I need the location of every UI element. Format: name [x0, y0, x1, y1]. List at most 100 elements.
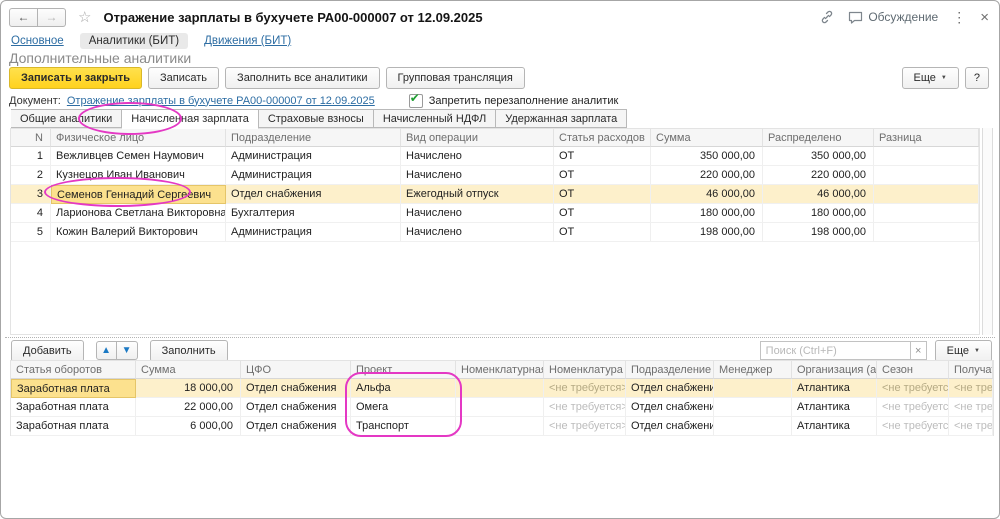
- cell-difference[interactable]: [874, 223, 979, 242]
- cell-receiver[interactable]: <не требуется>: [949, 417, 993, 436]
- col-header-distributed[interactable]: Распределено: [763, 129, 874, 147]
- cell-item[interactable]: Заработная плата: [11, 398, 136, 417]
- col-header-difference[interactable]: Разница: [874, 129, 979, 147]
- fill-button[interactable]: Заполнить: [150, 340, 228, 362]
- cell-distributed[interactable]: 220 000,00: [763, 166, 874, 185]
- cell-season[interactable]: <не требуется>: [877, 398, 949, 417]
- cell-manager[interactable]: [714, 379, 792, 398]
- group-broadcast-button[interactable]: Групповая трансляция: [386, 67, 525, 89]
- table-row[interactable]: 1 Вежливцев Семен Наумович Администрация…: [11, 147, 979, 166]
- cell-department[interactable]: Администрация: [226, 223, 401, 242]
- cell-sum[interactable]: 22 000,00: [136, 398, 241, 417]
- cell-department[interactable]: Отдел снабжения: [626, 398, 714, 417]
- cell-sum[interactable]: 350 000,00: [651, 147, 763, 166]
- cell-nomen-group[interactable]: [456, 379, 544, 398]
- back-button[interactable]: ←: [9, 8, 38, 27]
- cell-n[interactable]: 5: [11, 223, 51, 242]
- cell-expense-item[interactable]: ОТ: [554, 147, 651, 166]
- col-header-project[interactable]: Проект: [351, 361, 456, 379]
- cell-receiver[interactable]: <не требуется>: [949, 398, 993, 417]
- cell-season[interactable]: <не требуется>: [877, 379, 949, 398]
- col-header-n[interactable]: N: [11, 129, 51, 147]
- favorite-star-icon[interactable]: ☆: [78, 8, 91, 26]
- cell-department[interactable]: Отдел снабжения: [626, 417, 714, 436]
- cell-sum[interactable]: 220 000,00: [651, 166, 763, 185]
- cell-nomen-group[interactable]: [456, 398, 544, 417]
- forward-button[interactable]: →: [38, 8, 66, 27]
- cell-n[interactable]: 2: [11, 166, 51, 185]
- cell-nomenclature[interactable]: <не требуется>: [544, 398, 626, 417]
- table-row[interactable]: Заработная плата 22 000,00 Отдел снабжен…: [11, 398, 993, 417]
- col-header-expense-item[interactable]: Статья расходов: [554, 129, 651, 147]
- get-link-icon[interactable]: [820, 10, 834, 24]
- analytics-tab[interactable]: Удержанная зарплата: [496, 109, 627, 128]
- col-header-item[interactable]: Статья оборотов: [11, 361, 136, 379]
- save-button[interactable]: Записать: [148, 67, 219, 89]
- col-header-person[interactable]: Физическое лицо: [51, 129, 226, 147]
- cell-person[interactable]: Ларионова Светлана Викторовна: [51, 204, 226, 223]
- cell-department[interactable]: Отдел снабжения: [626, 379, 714, 398]
- cell-distributed[interactable]: 46 000,00: [763, 185, 874, 204]
- table-row[interactable]: 3 Семенов Геннадий Сергеевич Отдел снабж…: [11, 185, 979, 204]
- col-header-cfo[interactable]: ЦФО: [241, 361, 351, 379]
- analytics-tab[interactable]: Страховые взносы: [259, 109, 374, 128]
- cell-sum[interactable]: 46 000,00: [651, 185, 763, 204]
- cell-department[interactable]: Бухгалтерия: [226, 204, 401, 223]
- cell-person[interactable]: Семенов Геннадий Сергеевич: [51, 185, 226, 204]
- nav-link[interactable]: Аналитики (БИТ): [80, 33, 188, 49]
- cell-n[interactable]: 4: [11, 204, 51, 223]
- document-link[interactable]: Отражение зарплаты в бухучете РА00-00000…: [67, 95, 375, 107]
- cell-distributed[interactable]: 180 000,00: [763, 204, 874, 223]
- cell-difference[interactable]: [874, 166, 979, 185]
- cell-project[interactable]: Омега: [351, 398, 456, 417]
- cell-cfo[interactable]: Отдел снабжения: [241, 379, 351, 398]
- col-header-manager[interactable]: Менеджер: [714, 361, 792, 379]
- cell-person[interactable]: Кожин Валерий Викторович: [51, 223, 226, 242]
- table-row[interactable]: 2 Кузнецов Иван Иванович Администрация Н…: [11, 166, 979, 185]
- section-splitter[interactable]: [5, 337, 995, 338]
- cell-difference[interactable]: [874, 185, 979, 204]
- save-and-close-button[interactable]: Записать и закрыть: [9, 67, 142, 89]
- search-clear-icon[interactable]: ×: [910, 341, 927, 360]
- cell-sum[interactable]: 18 000,00: [136, 379, 241, 398]
- more-button[interactable]: Еще▼: [902, 67, 959, 89]
- cell-difference[interactable]: [874, 204, 979, 223]
- col-header-department[interactable]: Подразделение: [226, 129, 401, 147]
- cell-receiver[interactable]: <не требуется>: [949, 379, 993, 398]
- cell-expense-item[interactable]: ОТ: [554, 185, 651, 204]
- cell-department[interactable]: Администрация: [226, 166, 401, 185]
- fill-all-analytics-button[interactable]: Заполнить все аналитики: [225, 67, 379, 89]
- nav-link[interactable]: Основное: [9, 33, 66, 49]
- cell-operation[interactable]: Ежегодный отпуск: [401, 185, 554, 204]
- col-header-season[interactable]: Сезон: [877, 361, 949, 379]
- cell-manager[interactable]: [714, 398, 792, 417]
- table-row[interactable]: 5 Кожин Валерий Викторович Администрация…: [11, 223, 979, 242]
- cell-distributed[interactable]: 350 000,00: [763, 147, 874, 166]
- forbid-refill-checkbox[interactable]: ✔ Запретить перезаполнение аналитик: [409, 94, 619, 108]
- cell-distributed[interactable]: 198 000,00: [763, 223, 874, 242]
- cell-project[interactable]: Транспорт: [351, 417, 456, 436]
- lower-more-button[interactable]: Еще▼: [935, 340, 992, 362]
- cell-n[interactable]: 3: [11, 185, 51, 204]
- col-header-nomen-group[interactable]: Номенклатурная гру...: [456, 361, 544, 379]
- cell-operation[interactable]: Начислено: [401, 204, 554, 223]
- table-row[interactable]: 4 Ларионова Светлана Викторовна Бухгалте…: [11, 204, 979, 223]
- cell-expense-item[interactable]: ОТ: [554, 166, 651, 185]
- more-menu-icon[interactable]: ⋮: [952, 9, 966, 26]
- cell-difference[interactable]: [874, 147, 979, 166]
- cell-nomen-group[interactable]: [456, 417, 544, 436]
- table-row[interactable]: Заработная плата 18 000,00 Отдел снабжен…: [11, 379, 993, 398]
- vertical-scrollbar[interactable]: [982, 128, 993, 335]
- help-button[interactable]: ?: [965, 67, 989, 89]
- cell-cfo[interactable]: Отдел снабжения: [241, 417, 351, 436]
- cell-manager[interactable]: [714, 417, 792, 436]
- cell-operation[interactable]: Начислено: [401, 223, 554, 242]
- col-header-nomenclature[interactable]: Номенклатура: [544, 361, 626, 379]
- analytics-tab[interactable]: Начисленный НДФЛ: [374, 109, 496, 128]
- col-header-department[interactable]: Подразделение: [626, 361, 714, 379]
- cell-item[interactable]: Заработная плата: [11, 379, 136, 398]
- cell-operation[interactable]: Начислено: [401, 147, 554, 166]
- cell-department[interactable]: Отдел снабжения: [226, 185, 401, 204]
- move-up-button[interactable]: ▲: [96, 341, 117, 360]
- cell-project[interactable]: Альфа: [351, 379, 456, 398]
